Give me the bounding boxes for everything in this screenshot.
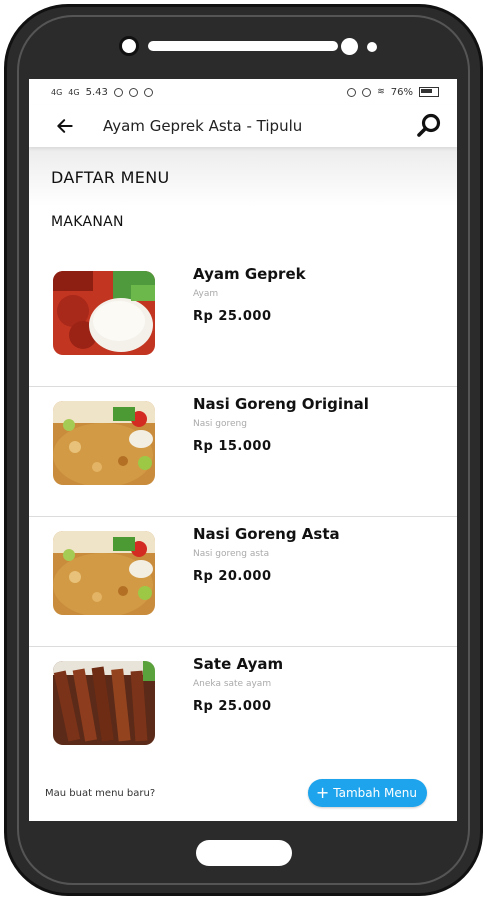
battery-percent: 76% <box>390 86 413 98</box>
menu-item-name: Nasi Goreng Original <box>193 395 369 413</box>
search-icon[interactable] <box>415 112 443 140</box>
app-title: Ayam Geprek Asta - Tipulu <box>103 117 303 135</box>
app-notification-icon <box>143 87 153 97</box>
menu-item-name: Nasi Goreng Asta <box>193 525 340 543</box>
arrow-left-icon[interactable] <box>55 116 75 136</box>
sate-ayam-photo <box>53 661 155 745</box>
footer: Mau buat menu baru? + Tambah Menu <box>29 777 457 809</box>
menu-item-price: Rp 25.000 <box>193 309 272 324</box>
home-button[interactable] <box>196 840 292 866</box>
section-title: MAKANAN <box>51 214 124 230</box>
menu-list: Ayam Geprek Ayam Rp 25.000 Nasi Goreng O… <box>29 257 457 777</box>
status-time: 5.43 <box>85 86 108 98</box>
menu-item-price: Rp 25.000 <box>193 699 272 714</box>
menu-item-name: Ayam Geprek <box>193 265 306 283</box>
menu-item-description: Aneka sate ayam <box>193 679 272 689</box>
sensor-small-icon <box>367 42 377 52</box>
menu-item-price: Rp 20.000 <box>193 569 272 584</box>
menu-item-name: Sate Ayam <box>193 655 284 673</box>
menu-item[interactable]: Ayam Geprek Ayam Rp 25.000 <box>29 257 457 387</box>
nasi-goreng-photo <box>53 401 155 485</box>
plus-icon: + <box>315 783 330 802</box>
menu-item[interactable]: Nasi Goreng Original Nasi goreng Rp 15.0… <box>29 387 457 517</box>
menu-item[interactable]: Nasi Goreng Asta Nasi goreng asta Rp 20.… <box>29 517 457 647</box>
app-screen: 4G 4G 5.43 ≋ 76% Ayam Geprek Asta - Tipu… <box>29 79 457 821</box>
new-menu-prompt: Mau buat menu baru? <box>45 787 156 799</box>
menu-item-price: Rp 15.000 <box>193 439 272 454</box>
menu-item[interactable]: Sate Ayam Aneka sate ayam Rp 25.000 <box>29 647 457 777</box>
wifi-icon: ≋ <box>377 87 385 97</box>
notification-icon <box>128 87 138 97</box>
ayam-geprek-photo <box>53 271 155 355</box>
nasi-goreng-photo <box>53 531 155 615</box>
battery-icon <box>419 87 439 97</box>
add-menu-button[interactable]: + Tambah Menu <box>307 779 427 807</box>
sensor-icon <box>341 38 358 55</box>
menu-item-description: Nasi goreng asta <box>193 549 270 559</box>
add-menu-label: Tambah Menu <box>333 786 417 800</box>
signal-label-2: 4G <box>68 87 80 97</box>
menu-item-description: Ayam <box>193 289 219 299</box>
location-icon <box>347 87 357 97</box>
alarm-icon <box>362 87 372 97</box>
camera-icon <box>119 36 139 56</box>
signal-label: 4G <box>51 87 63 97</box>
status-bar: 4G 4G 5.43 ≋ 76% <box>29 79 457 105</box>
menu-item-description: Nasi goreng <box>193 419 247 429</box>
whatsapp-icon <box>113 87 123 97</box>
app-bar: Ayam Geprek Asta - Tipulu <box>29 105 457 147</box>
page-title: DAFTAR MENU <box>29 147 457 207</box>
speaker-grille <box>148 41 338 51</box>
